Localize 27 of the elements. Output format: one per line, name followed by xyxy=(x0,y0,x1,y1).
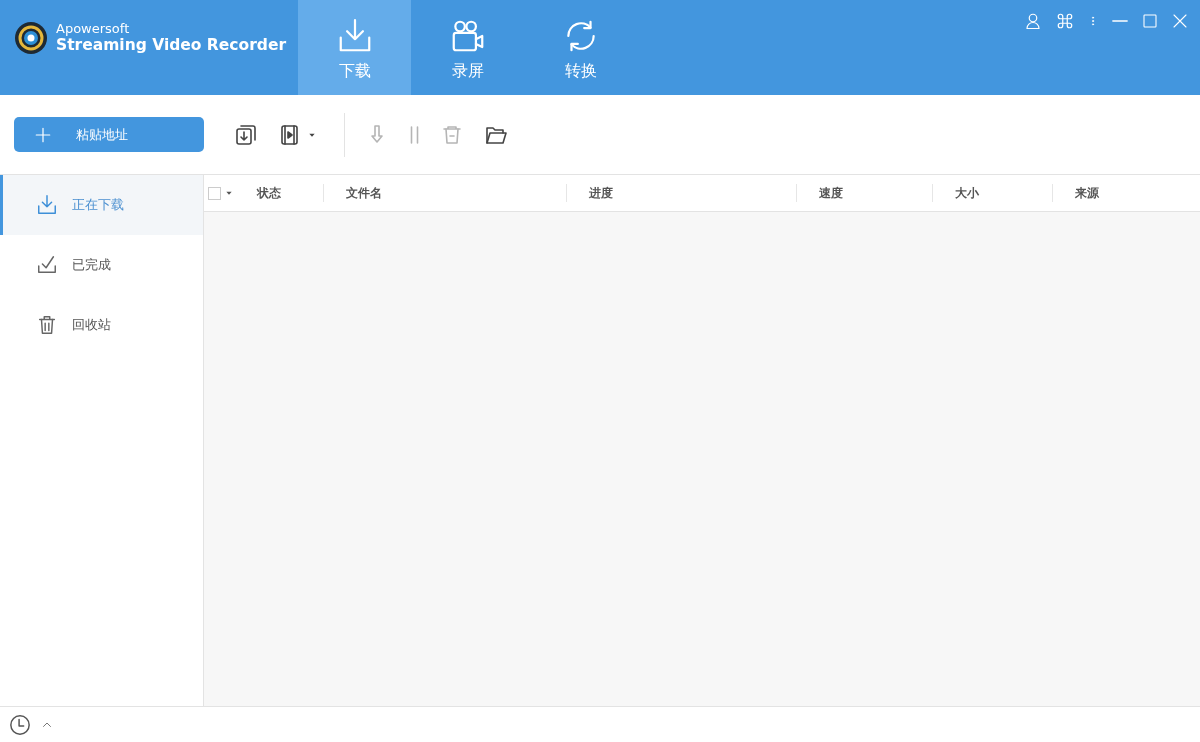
sidebar-item[interactable]: 回收站 xyxy=(72,316,111,334)
maximize-icon xyxy=(1142,12,1158,30)
app-logo xyxy=(14,20,48,55)
batch-download-button[interactable] xyxy=(234,122,258,147)
minimize-icon xyxy=(1112,20,1128,22)
video-file-button[interactable] xyxy=(278,122,316,147)
brand-name: Apowersoft xyxy=(56,21,131,36)
close-icon xyxy=(1172,12,1188,30)
column-header[interactable]: 大小 xyxy=(955,186,979,200)
column-header[interactable]: 文件名 xyxy=(346,186,382,200)
column-header[interactable]: 速度 xyxy=(819,186,843,200)
select-all-checkbox[interactable] xyxy=(208,186,221,200)
column-header[interactable]: 来源 xyxy=(1075,186,1099,200)
sidebar-item[interactable]: 已完成 xyxy=(72,256,111,274)
caret-icon xyxy=(225,189,233,197)
account-icon xyxy=(1024,12,1042,30)
column-header[interactable]: 进度 xyxy=(589,186,613,200)
download-icon xyxy=(36,194,58,216)
trash-icon xyxy=(36,314,58,336)
product-name: Streaming Video Recorder xyxy=(56,36,287,54)
plus-icon xyxy=(34,125,52,144)
clock-icon xyxy=(9,713,31,736)
column-header[interactable]: 状态 xyxy=(257,186,281,200)
pause-icon xyxy=(409,125,420,144)
command-icon xyxy=(1056,12,1074,30)
checkmark-tray-icon xyxy=(36,254,58,276)
batch-download-icon xyxy=(234,122,258,147)
